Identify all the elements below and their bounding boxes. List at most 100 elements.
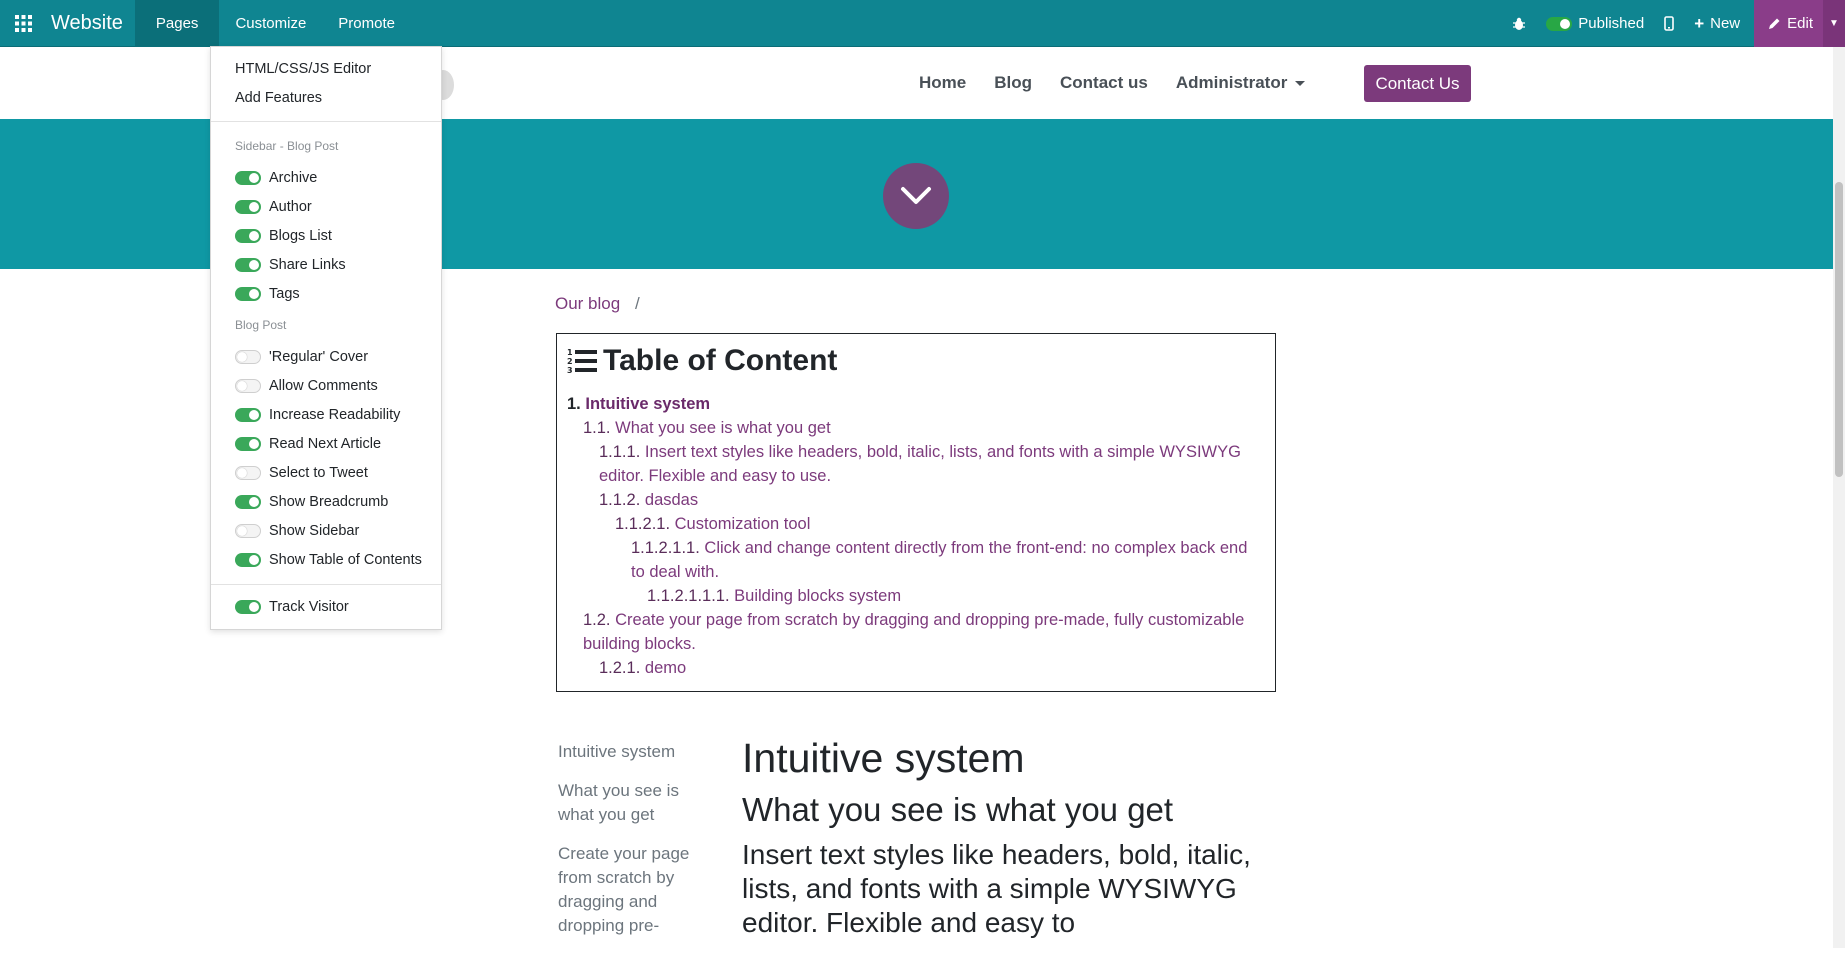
toc-entry-text: What you see is what you get — [615, 419, 831, 437]
sidebar-toc-item[interactable]: What you see is what you get — [558, 779, 698, 827]
nav-administrator-label: Administrator — [1175, 73, 1288, 92]
toggle-switch[interactable] — [235, 287, 261, 301]
toc-title: Table of Content — [603, 344, 838, 377]
toggle-switch[interactable] — [235, 200, 261, 214]
contact-us-button[interactable]: Contact Us — [1364, 65, 1471, 102]
html-css-js-editor-link[interactable]: HTML/CSS/JS Editor — [235, 61, 371, 77]
toc-list-icon: 1 2 3 — [567, 348, 597, 375]
option-label: 'Regular' Cover — [269, 349, 369, 365]
option-increase-readability[interactable]: Increase Readability — [235, 407, 400, 423]
toggle-switch[interactable] — [235, 258, 261, 272]
option-show-table-of-contents[interactable]: Show Table of Contents — [235, 552, 422, 568]
toggle-switch[interactable] — [235, 171, 261, 185]
toggle-switch[interactable] — [235, 524, 261, 538]
toggle-switch[interactable] — [235, 379, 261, 393]
option-tags[interactable]: Tags — [235, 286, 300, 302]
toc-entry-number: 1.1.2. — [599, 491, 641, 509]
toc-entry[interactable]: 1.1.2.1.1. Click and change content dire… — [567, 536, 1265, 584]
app-brand[interactable]: Website — [47, 12, 135, 35]
bug-icon — [1513, 17, 1526, 30]
option-label: Increase Readability — [269, 407, 401, 423]
article-heading-3: Insert text styles like headers, bold, i… — [742, 839, 1251, 938]
toc-entry-number: 1.1. — [583, 419, 611, 437]
nav-blog[interactable]: Blog — [980, 73, 1046, 93]
toc-entry[interactable]: 1.2. Create your page from scratch by dr… — [567, 608, 1265, 656]
toggle-switch[interactable] — [235, 553, 261, 567]
toc-heading: 1 2 3 Table of Content — [567, 344, 1265, 378]
option-blogs-list[interactable]: Blogs List — [235, 228, 332, 244]
scroll-down-button[interactable] — [883, 163, 949, 229]
toggle-switch[interactable] — [235, 466, 261, 480]
option-author[interactable]: Author — [235, 199, 312, 215]
toc-entry[interactable]: 1.1.2.1. Customization tool — [567, 512, 1265, 536]
toc-entry[interactable]: 1.1. What you see is what you get — [567, 416, 1265, 440]
option-select-to-tweet[interactable]: Select to Tweet — [235, 465, 368, 481]
toc-entry-number: 1.1.2.1.1.1. — [647, 587, 730, 605]
toc-entry-text: Create your page from scratch by draggin… — [583, 611, 1245, 653]
article-heading-1: Intuitive system — [742, 735, 1025, 781]
toggle-switch[interactable] — [235, 229, 261, 243]
toc-entry-text: Click and change content directly from t… — [631, 539, 1248, 581]
main-nav: Home Blog Contact us Administrator — [905, 47, 1319, 119]
option-label: Show Breadcrumb — [269, 494, 389, 510]
toc-entry-text: dasdas — [644, 491, 699, 509]
toc-entry-text: Insert text styles like headers, bold, i… — [599, 443, 1241, 485]
nav-contact[interactable]: Contact us — [1046, 73, 1162, 93]
toggle-switch[interactable] — [235, 600, 261, 614]
toc-entry-number: 1.1.2.1.1. — [631, 539, 700, 557]
toc-entry[interactable]: 1.2.1. demo — [567, 656, 1265, 680]
toggle-switch[interactable] — [235, 350, 261, 364]
debug-bug-icon[interactable] — [1502, 0, 1536, 47]
chevron-down-icon — [901, 187, 931, 204]
section-header-blog-post: Blog Post — [235, 318, 287, 332]
toggle-switch[interactable] — [235, 437, 261, 451]
toc-entry-number: 1.2.1. — [599, 659, 641, 677]
add-features-link[interactable]: Add Features — [235, 90, 322, 106]
caret-down-icon: ▼ — [1829, 18, 1839, 29]
option-show-breadcrumb[interactable]: Show Breadcrumb — [235, 494, 388, 510]
toggle-switch[interactable] — [235, 495, 261, 509]
option-track-visitor[interactable]: Track Visitor — [235, 599, 349, 615]
toc-entry-text: Customization tool — [674, 515, 811, 533]
customize-dropdown: HTML/CSS/JS Editor Add Features Sidebar … — [210, 46, 442, 630]
new-button[interactable]: + New — [1684, 0, 1754, 47]
toc-entry-text: Building blocks system — [734, 587, 902, 605]
published-switch[interactable] — [1546, 16, 1573, 31]
option-regular-cover[interactable]: 'Regular' Cover — [235, 349, 368, 365]
page-scrollbar[interactable] — [1833, 47, 1845, 948]
option-label: Allow Comments — [269, 378, 378, 394]
menu-customize[interactable]: Customize — [219, 0, 322, 47]
table-of-content: 1 2 3 Table of Content 1. Intuitive syst… — [556, 333, 1276, 692]
sidebar-toc-item[interactable]: Create your page from scratch by draggin… — [558, 842, 698, 938]
sidebar-toc-item[interactable]: Intuitive system — [558, 740, 698, 764]
breadcrumb-our-blog[interactable]: Our blog — [555, 294, 620, 313]
option-allow-comments[interactable]: Allow Comments — [235, 378, 378, 394]
scrollbar-thumb[interactable] — [1835, 182, 1843, 477]
menu-pages[interactable]: Pages — [134, 0, 220, 47]
apps-grid-icon[interactable] — [0, 0, 47, 47]
toc-entry[interactable]: 1.1.2. dasdas — [567, 488, 1265, 512]
nav-home[interactable]: Home — [905, 73, 980, 93]
toc-entry[interactable]: 1.1.1. Insert text styles like headers, … — [567, 440, 1265, 488]
option-label: Tags — [269, 286, 300, 302]
option-label: Select to Tweet — [269, 465, 368, 481]
toggle-switch[interactable] — [235, 408, 261, 422]
toc-entry[interactable]: 1. Intuitive system — [567, 392, 1265, 416]
option-share-links[interactable]: Share Links — [235, 257, 346, 273]
option-show-sidebar[interactable]: Show Sidebar — [235, 523, 359, 539]
option-label: Track Visitor — [269, 599, 349, 615]
option-read-next-article[interactable]: Read Next Article — [235, 436, 381, 452]
published-toggle[interactable]: Published — [1536, 0, 1654, 47]
edit-dropdown-toggle[interactable]: ▼ — [1823, 0, 1845, 47]
toc-entry-number: 1.2. — [583, 611, 611, 629]
svg-text:3: 3 — [567, 366, 573, 375]
toc-entry[interactable]: 1.1.2.1.1.1. Building blocks system — [567, 584, 1265, 608]
option-archive[interactable]: Archive — [235, 170, 317, 186]
menu-promote[interactable]: Promote — [322, 0, 411, 47]
plus-icon: + — [1694, 13, 1705, 33]
edit-button[interactable]: Edit — [1754, 0, 1823, 47]
mobile-preview-button[interactable] — [1654, 0, 1684, 47]
admin-topbar: Website Pages Customize Promote Publishe… — [0, 0, 1845, 47]
nav-administrator[interactable]: Administrator — [1162, 73, 1319, 93]
option-label: Blogs List — [269, 228, 332, 244]
